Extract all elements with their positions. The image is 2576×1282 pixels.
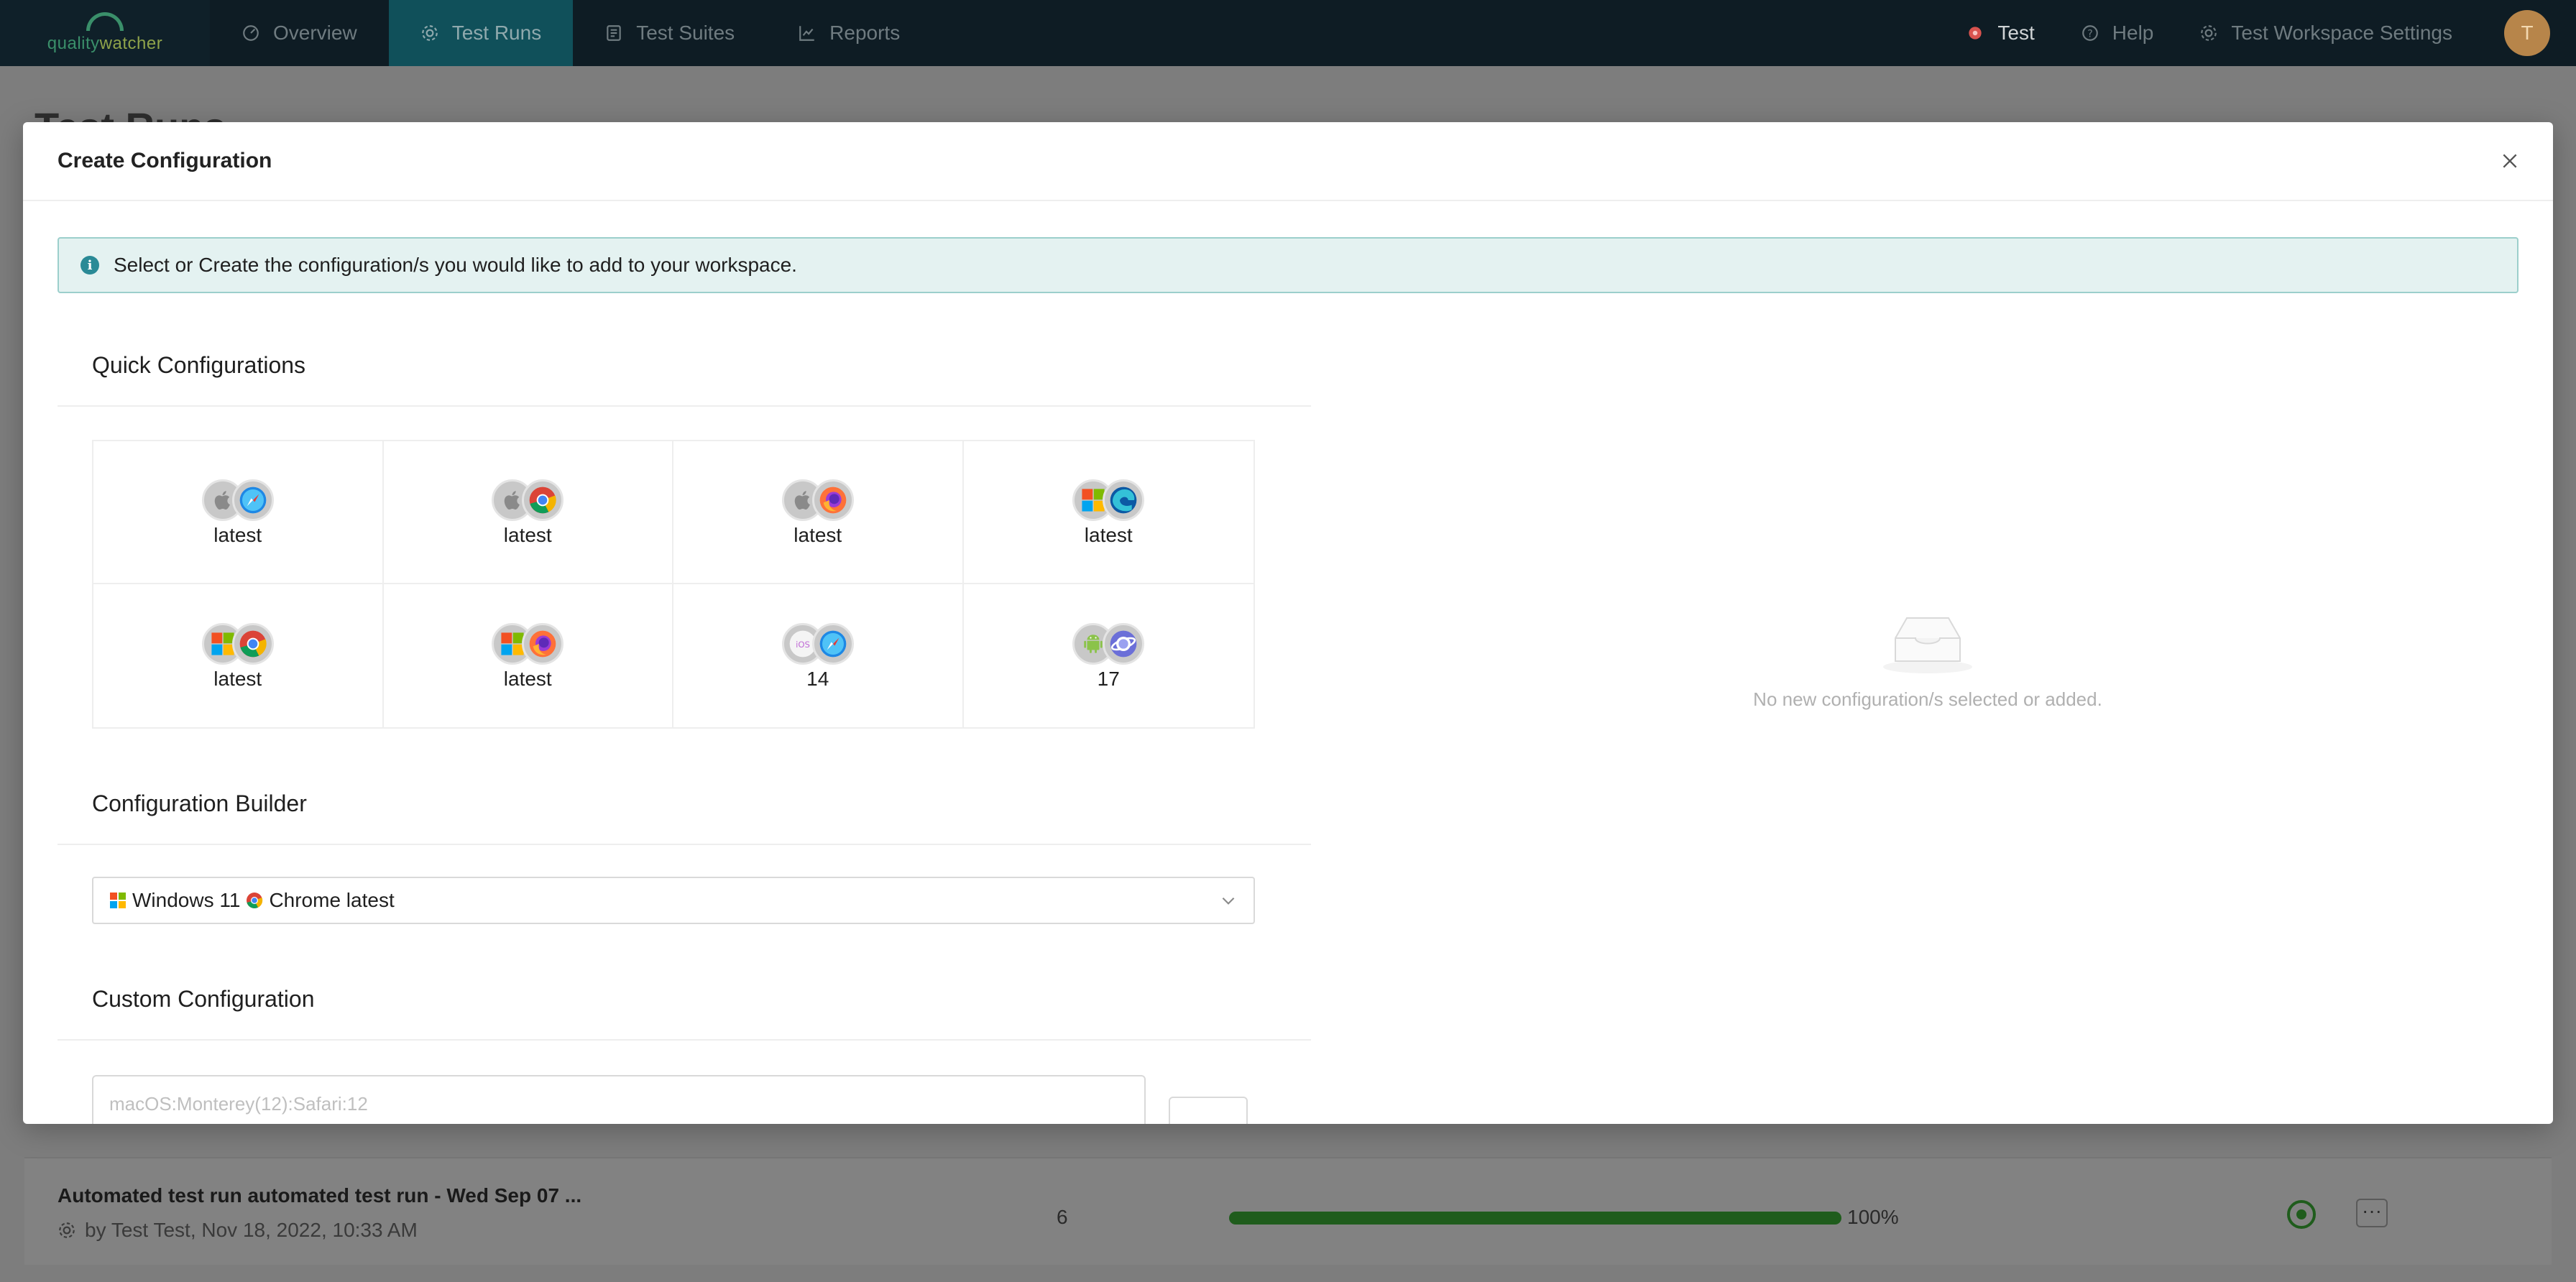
- config-icon-pair: [1072, 478, 1145, 522]
- empty-inbox-icon: [1883, 617, 1972, 673]
- nav-overview[interactable]: Overview: [210, 0, 389, 66]
- logo-arc-icon: [86, 12, 124, 31]
- quick-config-4[interactable]: latest: [963, 441, 1254, 584]
- workspace-icon: [1969, 27, 1982, 40]
- workspace-label: Test: [1997, 22, 2035, 44]
- quick-config-1[interactable]: latest: [93, 441, 384, 584]
- run-title[interactable]: Automated test run automated test run - …: [58, 1184, 581, 1207]
- config-icon-pair: [201, 622, 274, 666]
- app-logo[interactable]: qualitywatcher: [0, 0, 210, 66]
- info-icon: i: [80, 256, 99, 275]
- nav-overview-label: Overview: [273, 22, 357, 44]
- windows-icon: [110, 893, 126, 908]
- custom-configuration-input[interactable]: [92, 1075, 1146, 1124]
- top-navigation: qualitywatcher Overview Test Runs Test S…: [0, 0, 2576, 66]
- chrome-icon: [522, 479, 564, 521]
- section-divider: [58, 844, 1311, 845]
- safari-icon: [811, 622, 854, 665]
- create-configuration-modal: Create Configuration i Select or Create …: [23, 122, 2553, 1124]
- quick-config-7[interactable]: iOS 14: [673, 584, 964, 727]
- suite-icon: [607, 25, 621, 41]
- add-configuration-button[interactable]: [1169, 1097, 1248, 1124]
- help-icon: ?: [2082, 25, 2098, 41]
- close-icon: [2503, 154, 2517, 168]
- configuration-builder-select[interactable]: Windows 11 Chrome latest: [92, 877, 1255, 924]
- config-icon-pair: [201, 478, 274, 522]
- nav-test-suites[interactable]: Test Suites: [573, 0, 766, 66]
- config-version-label: 17: [1097, 667, 1120, 690]
- builder-os-value: Windows 11: [132, 889, 241, 911]
- nav-test-suites-label: Test Suites: [636, 22, 735, 44]
- table-row[interactable]: Automated test run automated test run - …: [24, 1157, 2552, 1265]
- firefox-icon: [522, 622, 564, 665]
- settings-gear-icon: [2201, 25, 2217, 41]
- nav-reports-label: Reports: [829, 22, 901, 44]
- nav-help[interactable]: ? Help: [2058, 0, 2177, 66]
- config-version-label: latest: [213, 667, 262, 690]
- section-divider: [58, 405, 1311, 407]
- svg-text:iOS: iOS: [796, 640, 810, 650]
- logo-text-quality: quality: [47, 34, 100, 53]
- config-icon-pair: [492, 478, 564, 522]
- config-version-label: latest: [503, 523, 552, 546]
- configuration-builder-title: Configuration Builder: [92, 790, 307, 816]
- quick-config-3[interactable]: latest: [673, 441, 964, 584]
- run-subtitle: by Test Test, Nov 18, 2022, 10:33 AM: [85, 1219, 418, 1241]
- more-actions-button[interactable]: ···: [2356, 1199, 2388, 1227]
- run-progress-fill: [1229, 1212, 1841, 1225]
- config-icon-pair: [1072, 622, 1145, 666]
- nav-test-runs[interactable]: Test Runs: [388, 0, 574, 66]
- quick-configurations-grid: latest latest latest latest latest latest iOS 1…: [92, 440, 1255, 729]
- run-count: 6: [1057, 1206, 1068, 1228]
- custom-configuration-title: Custom Configuration: [92, 986, 315, 1012]
- modal-header: Create Configuration: [23, 122, 2553, 201]
- chevron-down-icon: [1222, 897, 1235, 905]
- builder-browser-value: Chrome latest: [269, 889, 395, 911]
- config-version-label: 14: [806, 667, 829, 690]
- close-button[interactable]: [2496, 147, 2524, 175]
- chrome-icon: [231, 622, 274, 665]
- empty-state: No new configuration/s selected or added…: [1647, 611, 2208, 711]
- gear-icon: [59, 1222, 75, 1238]
- config-icon-pair: iOS: [781, 622, 854, 666]
- section-divider: [58, 1039, 1311, 1041]
- quick-config-8[interactable]: 17: [964, 584, 1254, 727]
- modal-title: Create Configuration: [58, 149, 272, 172]
- config-version-label: latest: [1084, 523, 1133, 546]
- run-progress-label: 100%: [1847, 1206, 1899, 1228]
- config-version-label: latest: [503, 667, 552, 690]
- gear-icon: [421, 25, 438, 41]
- edge-icon: [1103, 479, 1145, 521]
- config-version-label: latest: [794, 523, 842, 546]
- avatar[interactable]: T: [2504, 10, 2550, 56]
- workspace-switcher[interactable]: Test: [1943, 0, 2057, 66]
- status-icon[interactable]: [2287, 1200, 2316, 1229]
- nav-test-runs-label: Test Runs: [451, 22, 542, 44]
- empty-state-text: No new configuration/s selected or added…: [1753, 688, 2102, 710]
- quick-config-6[interactable]: latest: [384, 584, 673, 727]
- svg-text:?: ?: [2087, 28, 2092, 40]
- samsung-internet-icon: [1103, 622, 1145, 665]
- info-alert: i Select or Create the configuration/s y…: [58, 237, 2518, 293]
- run-progress-bar: [1229, 1212, 1841, 1225]
- nav-workspace-settings[interactable]: Test Workspace Settings: [2176, 0, 2475, 66]
- logo-text-watcher: watcher: [99, 34, 163, 53]
- quick-configurations-title: Quick Configurations: [92, 352, 306, 378]
- chrome-icon: [247, 893, 263, 908]
- nav-reports[interactable]: Reports: [766, 0, 932, 66]
- nav-help-label: Help: [2112, 22, 2154, 44]
- quick-config-5[interactable]: latest: [93, 584, 384, 727]
- nav-workspace-settings-label: Test Workspace Settings: [2231, 22, 2452, 44]
- config-icon-pair: [781, 478, 854, 522]
- safari-icon: [231, 479, 274, 521]
- config-icon-pair: [492, 622, 564, 666]
- config-version-label: latest: [213, 523, 262, 546]
- info-alert-text: Select or Create the configuration/s you…: [114, 254, 797, 276]
- firefox-icon: [811, 479, 854, 521]
- chart-icon: [799, 26, 814, 41]
- dashboard-icon: [243, 25, 259, 41]
- quick-config-2[interactable]: latest: [383, 441, 673, 584]
